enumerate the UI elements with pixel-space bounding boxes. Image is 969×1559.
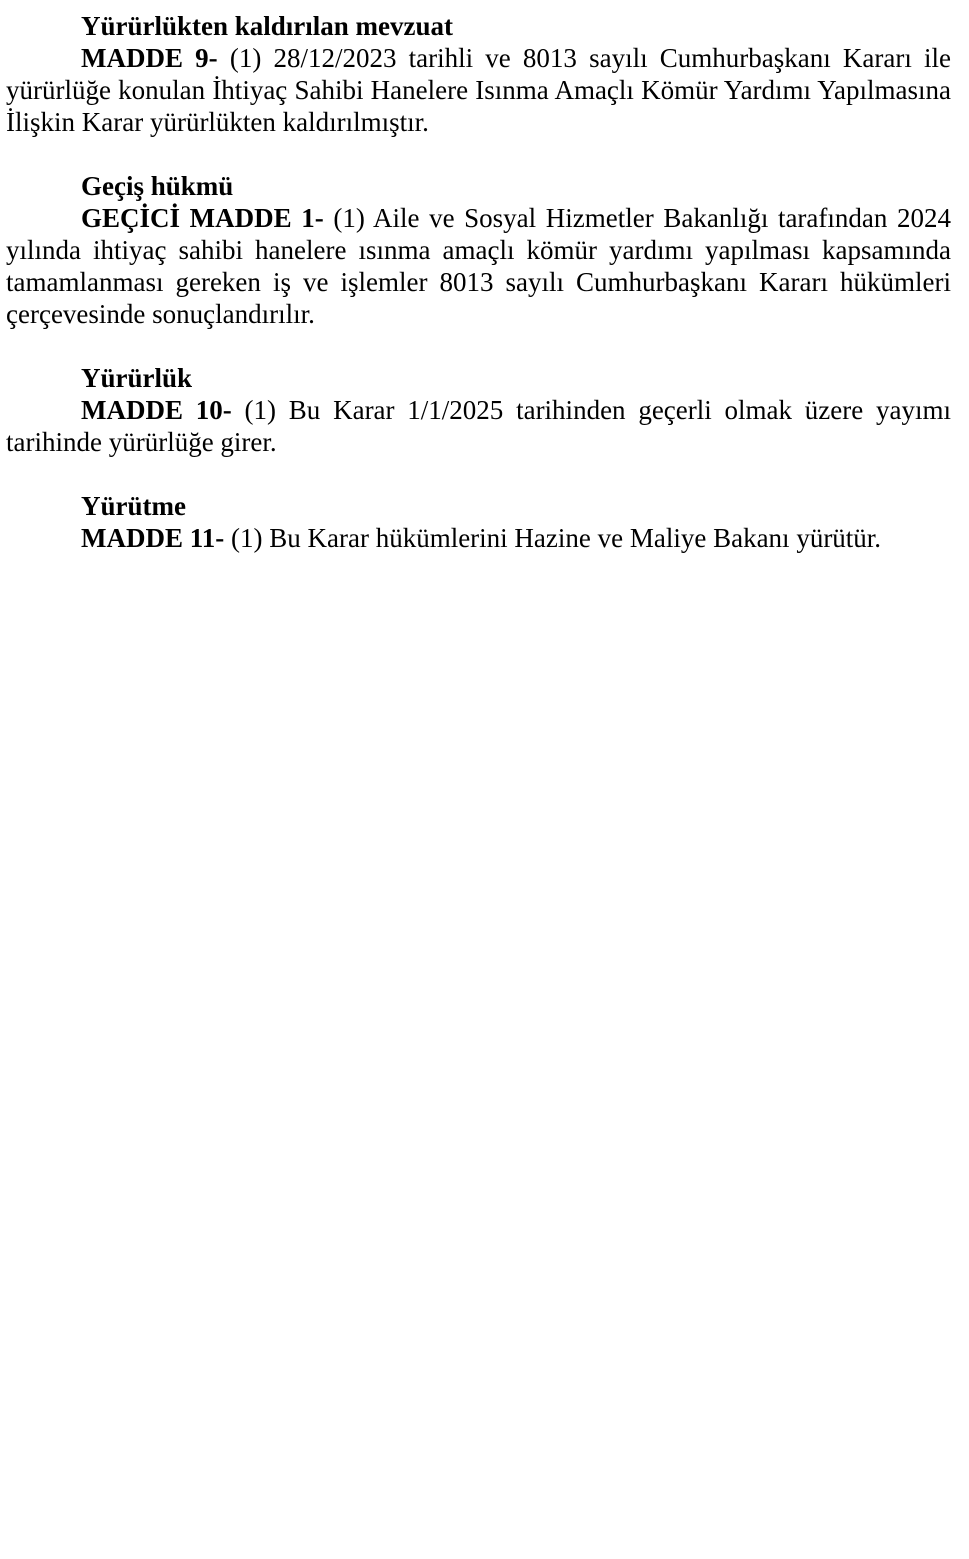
section-execution: Yürütme MADDE 11- (1) Bu Karar hükümleri… <box>6 490 951 554</box>
article-number: MADDE 9- <box>81 43 218 73</box>
section-repealed-legislation: Yürürlükten kaldırılan mevzuat MADDE 9- … <box>6 10 951 138</box>
section-heading: Yürütme <box>81 491 186 521</box>
article-number: MADDE 10- <box>81 395 232 425</box>
article-paragraph: MADDE 9- (1) 28/12/2023 tarihli ve 8013 … <box>6 42 951 138</box>
document-page: Yürürlükten kaldırılan mevzuat MADDE 9- … <box>6 10 951 586</box>
article-number: GEÇİCİ MADDE 1- <box>81 203 324 233</box>
article-number: MADDE 11- <box>81 523 225 553</box>
section-effective-date: Yürürlük MADDE 10- (1) Bu Karar 1/1/2025… <box>6 362 951 458</box>
article-paragraph: GEÇİCİ MADDE 1- (1) Aile ve Sosyal Hizme… <box>6 202 951 330</box>
section-heading: Yürürlükten kaldırılan mevzuat <box>81 11 454 41</box>
section-heading: Geçiş hükmü <box>81 171 234 201</box>
article-text: (1) Bu Karar hükümlerini Hazine ve Maliy… <box>231 523 882 553</box>
section-transition-provision: Geçiş hükmü GEÇİCİ MADDE 1- (1) Aile ve … <box>6 170 951 330</box>
article-paragraph: MADDE 10- (1) Bu Karar 1/1/2025 tarihind… <box>6 394 951 458</box>
article-paragraph: MADDE 11- (1) Bu Karar hükümlerini Hazin… <box>6 522 951 554</box>
section-heading: Yürürlük <box>81 363 193 393</box>
